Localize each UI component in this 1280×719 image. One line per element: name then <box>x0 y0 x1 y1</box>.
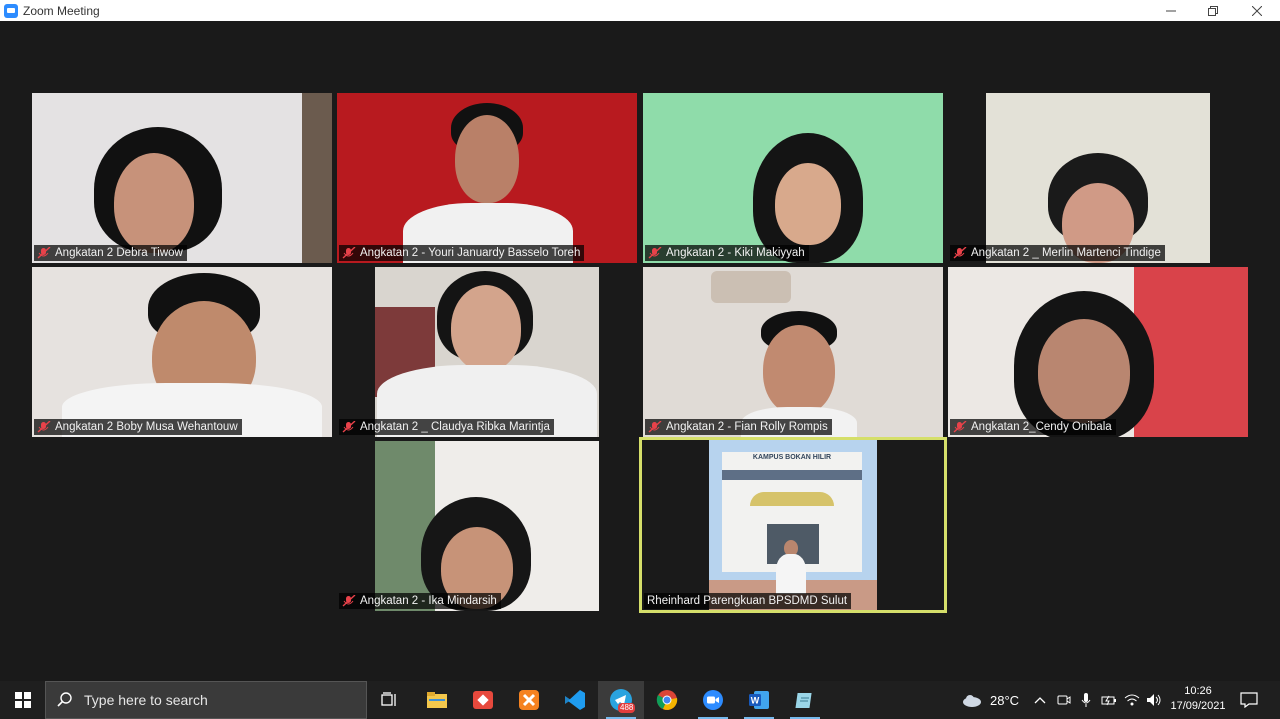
task-view-button[interactable] <box>367 681 413 719</box>
muted-microphone-icon <box>648 421 662 433</box>
title-bar: Zoom Meeting <box>0 0 1280 21</box>
restore-button[interactable] <box>1190 0 1236 21</box>
word-icon: W <box>749 691 769 709</box>
file-explorer-button[interactable] <box>414 681 460 719</box>
notification-center-button[interactable] <box>1240 681 1258 719</box>
participant-name: Rheinhard Parengkuan BPSDMD Sulut <box>644 593 852 609</box>
building-sign: KAMPUS BOKAN HILIR <box>752 454 832 461</box>
folder-icon <box>427 692 447 708</box>
vscode-button[interactable] <box>552 681 598 719</box>
participant-name: Angkatan 2 - Fian Rolly Rompis <box>645 419 832 435</box>
zoom-button[interactable] <box>690 681 736 719</box>
participant-name: Angkatan 2_Cendy Onibala <box>950 419 1116 435</box>
notepad-icon <box>795 693 812 708</box>
volume-button[interactable] <box>1146 681 1162 719</box>
camera-icon <box>1057 695 1071 705</box>
participant-name: Angkatan 2 _ Claudya Ribka Marintja <box>339 419 554 435</box>
task-view-icon <box>381 692 396 706</box>
chrome-icon <box>656 690 678 710</box>
muted-microphone-icon <box>342 595 356 607</box>
notepad-button[interactable] <box>782 681 828 719</box>
participant-tile[interactable]: Angkatan 2 - Fian Rolly Rompis <box>643 267 943 437</box>
speaker-icon <box>1147 694 1161 706</box>
muted-microphone-icon <box>648 247 662 259</box>
muted-microphone-icon <box>342 247 356 259</box>
participant-tile[interactable]: Angkatan 2 _ Merlin Martenci Tindige <box>948 93 1248 263</box>
muted-microphone-icon <box>953 247 967 259</box>
clock-time: 10:26 <box>1184 685 1212 697</box>
wifi-button[interactable] <box>1124 681 1140 719</box>
notification-icon <box>1240 692 1258 708</box>
vscode-icon <box>565 690 585 710</box>
svg-text:W: W <box>751 696 760 706</box>
word-button[interactable]: W <box>736 681 782 719</box>
muted-microphone-icon <box>342 421 356 433</box>
cloud-icon <box>963 695 981 707</box>
participant-tile[interactable]: Angkatan 2 - Youri Januardy Basselo Tore… <box>337 93 637 263</box>
telegram-badge: 488 <box>618 703 636 713</box>
zoom-logo-icon <box>4 3 18 18</box>
participant-name: Angkatan 2 Debra Tiwow <box>34 245 187 261</box>
muted-microphone-icon <box>953 421 967 433</box>
clock-date: 17/09/2021 <box>1170 700 1226 712</box>
participant-tile[interactable]: Angkatan 2 Debra Tiwow <box>32 93 332 263</box>
show-hidden-icons-button[interactable] <box>1034 681 1046 719</box>
chevron-up-icon <box>1034 697 1046 704</box>
wifi-icon <box>1124 694 1140 706</box>
participant-tile[interactable]: Angkatan 2 - Kiki Makiyyah <box>643 93 943 263</box>
minimize-button[interactable] <box>1148 0 1194 21</box>
participant-name: Angkatan 2 - Ika Mindarsih <box>339 593 501 609</box>
weather-temperature: 28°C <box>990 692 1020 708</box>
muted-microphone-icon <box>37 421 51 433</box>
xampp-button[interactable] <box>506 681 552 719</box>
zoom-icon <box>703 690 723 710</box>
close-icon <box>1252 5 1262 16</box>
battery-button[interactable] <box>1101 681 1117 719</box>
xampp-icon <box>519 690 539 710</box>
participant-tile[interactable]: Angkatan 2_Cendy Onibala <box>948 267 1248 437</box>
windows-logo-icon <box>14 692 31 708</box>
anydesk-button[interactable] <box>460 681 506 719</box>
start-button[interactable] <box>0 681 45 719</box>
telegram-button[interactable]: 488 <box>598 681 644 719</box>
participant-name: Angkatan 2 _ Merlin Martenci Tindige <box>950 245 1165 261</box>
microphone-icon <box>1081 693 1091 707</box>
meet-now-button[interactable] <box>1057 681 1071 719</box>
battery-charging-icon <box>1101 695 1116 706</box>
participant-name: Angkatan 2 - Youri Januardy Basselo Tore… <box>339 245 585 261</box>
gallery-view: Angkatan 2 Debra Tiwow Angkatan 2 - Your… <box>0 21 1280 681</box>
close-button[interactable] <box>1234 0 1280 21</box>
participant-tile[interactable]: Angkatan 2 - Ika Mindarsih <box>337 441 637 611</box>
search-icon <box>57 692 72 707</box>
participant-name: Angkatan 2 Boby Musa Wehantouw <box>34 419 242 435</box>
microphone-tray-button[interactable] <box>1080 681 1092 719</box>
taskbar-clock[interactable]: 10:26 17/09/2021 <box>1168 684 1228 714</box>
window-title: Zoom Meeting <box>23 3 100 18</box>
muted-microphone-icon <box>37 247 51 259</box>
participant-tile[interactable]: Angkatan 2 _ Claudya Ribka Marintja <box>337 267 637 437</box>
search-placeholder: Type here to search <box>84 692 208 708</box>
chrome-button[interactable] <box>644 681 690 719</box>
weather-widget[interactable]: 28°C <box>962 681 1019 719</box>
taskbar-search-box[interactable]: Type here to search <box>45 681 367 719</box>
anydesk-icon <box>473 691 493 709</box>
restore-icon <box>1208 5 1218 16</box>
participant-name: Angkatan 2 - Kiki Makiyyah <box>645 245 809 261</box>
active-speaker-tile[interactable]: KAMPUS BOKAN HILIR Rheinhard Parengkuan … <box>639 437 947 613</box>
minimize-icon <box>1166 10 1176 11</box>
participant-tile[interactable]: Angkatan 2 Boby Musa Wehantouw <box>32 267 332 437</box>
